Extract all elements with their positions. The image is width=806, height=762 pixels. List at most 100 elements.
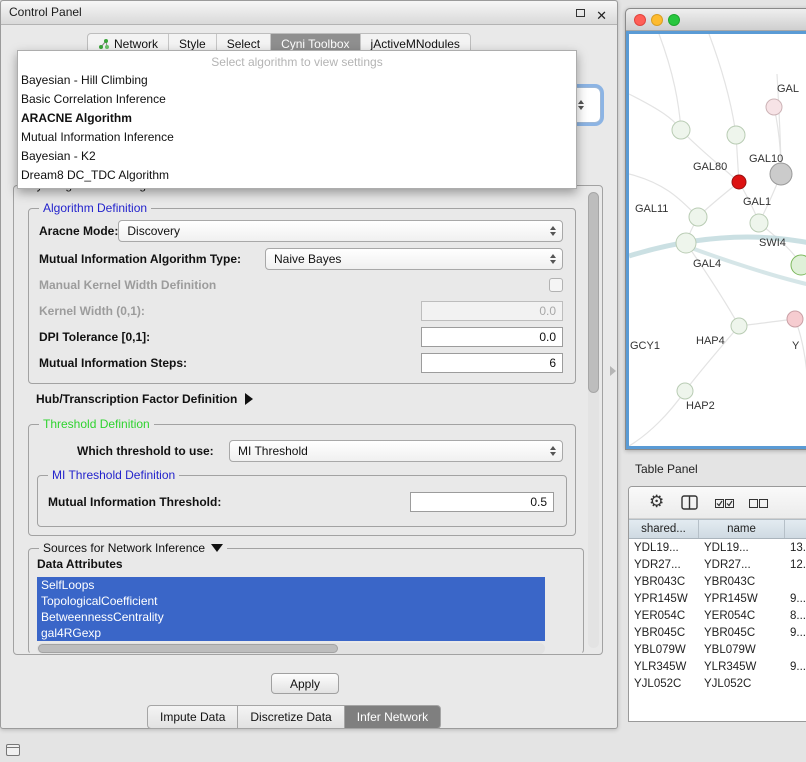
network-node[interactable]: [731, 318, 747, 334]
algorithm-option[interactable]: Basic Correlation Inference: [18, 90, 576, 109]
hscrollbar-thumb[interactable]: [38, 644, 338, 653]
manual-kernel-width-checkbox[interactable]: [549, 278, 563, 292]
float-window-icon[interactable]: [576, 9, 585, 17]
network-nodes[interactable]: [672, 99, 806, 399]
column-header-name[interactable]: name: [699, 520, 785, 538]
which-threshold-select[interactable]: MI Threshold: [229, 440, 563, 462]
table-row[interactable]: YJL052C YJL052C: [629, 676, 806, 693]
table-row[interactable]: YBR045C YBR045C 9...: [629, 625, 806, 642]
network-node-label: GAL4: [693, 258, 721, 270]
tab-label: jActiveMNodules: [371, 37, 460, 51]
mi-steps-label: Mutual Information Steps:: [39, 356, 187, 370]
hub-tf-definition-toggle[interactable]: Hub/Transcription Factor Definition: [36, 392, 253, 406]
aracne-mode-label: Aracne Mode:: [39, 224, 118, 238]
algorithm-option[interactable]: Bayesian - Hill Climbing: [18, 71, 576, 90]
network-node-red[interactable]: [732, 175, 746, 189]
network-node-label: GAL10: [749, 153, 783, 165]
table-row[interactable]: YBR043C YBR043C: [629, 574, 806, 591]
attribute-list-item[interactable]: SelfLoops: [37, 577, 545, 593]
cell-value: 12...: [785, 557, 806, 574]
cell-name: YBR043C: [699, 574, 785, 591]
network-node[interactable]: [791, 255, 806, 275]
table-row[interactable]: YDL19... YDL19... 13...: [629, 540, 806, 557]
network-node[interactable]: [787, 311, 803, 327]
data-attributes-label: Data Attributes: [37, 557, 123, 571]
deselect-all-icon[interactable]: [749, 497, 768, 511]
column-header-shared-name[interactable]: shared...: [629, 520, 699, 538]
mi-steps-field[interactable]: [421, 353, 563, 373]
network-node-label: SWI4: [759, 237, 786, 249]
mi-threshold-field[interactable]: [410, 492, 554, 512]
cell-value: [785, 642, 806, 659]
sources-group: Sources for Network Inference Data Attri…: [28, 548, 584, 654]
algorithm-definition-group: Algorithm Definition Aracne Mode: Discov…: [28, 208, 576, 384]
algorithm-option[interactable]: Mutual Information Inference: [18, 128, 576, 147]
table-header-row: shared... name: [629, 519, 806, 539]
close-icon[interactable]: ✕: [596, 4, 607, 27]
network-window-titlebar[interactable]: [626, 9, 806, 31]
dpi-tolerance-field[interactable]: [421, 327, 563, 347]
minimize-traffic-icon[interactable]: [651, 14, 663, 26]
manual-kernel-width-label: Manual Kernel Width Definition: [39, 278, 216, 292]
attribute-list-item[interactable]: TopologicalCoefficient: [37, 593, 545, 609]
algorithm-option[interactable]: Bayesian - K2: [18, 147, 576, 166]
attribute-list-item[interactable]: gal4RGexp: [37, 625, 545, 641]
table-row[interactable]: YLR345W YLR345W 9...: [629, 659, 806, 676]
threshold-definition-group: Threshold Definition Which threshold to …: [28, 424, 576, 536]
algorithm-option-selected[interactable]: ARACNE Algorithm: [18, 109, 576, 128]
tab-impute-data[interactable]: Impute Data: [147, 705, 238, 729]
table-row[interactable]: YDR27... YDR27... 12...: [629, 557, 806, 574]
network-node[interactable]: [677, 383, 693, 399]
network-canvas[interactable]: GAL80 GAL10 GAL11 GAL1 SWI4 GAL4 GCY1 HA…: [626, 31, 806, 449]
attribute-list-hscrollbar[interactable]: [37, 643, 545, 654]
columns-icon[interactable]: [681, 495, 698, 513]
sources-title-row[interactable]: Sources for Network Inference: [39, 541, 227, 555]
vscrollbar-thumb[interactable]: [588, 192, 599, 393]
attribute-list-item[interactable]: BetweennessCentrality: [37, 609, 545, 625]
restore-panel-icon[interactable]: [6, 744, 20, 756]
tab-discretize-data[interactable]: Discretize Data: [237, 705, 344, 729]
kernel-width-label: Kernel Width (0,1):: [39, 304, 145, 318]
data-attributes-list: SelfLoops TopologicalCoefficient Between…: [37, 577, 545, 641]
network-node-label: GCY1: [630, 340, 660, 352]
mi-algorithm-type-select[interactable]: Naive Bayes: [265, 248, 563, 270]
cyni-bottom-tabs: Impute Data Discretize Data Infer Networ…: [147, 705, 441, 729]
window-title: Control Panel: [9, 5, 82, 19]
control-panel-titlebar[interactable]: Control Panel ✕: [1, 1, 617, 25]
aracne-mode-select[interactable]: Discovery: [118, 220, 563, 242]
network-node[interactable]: [676, 233, 696, 253]
cell-value: [785, 574, 806, 591]
algorithm-option[interactable]: Dream8 DC_TDC Algorithm: [18, 166, 576, 185]
apply-button[interactable]: Apply: [271, 673, 339, 694]
zoom-traffic-icon[interactable]: [668, 14, 680, 26]
select-all-icon[interactable]: [715, 497, 734, 511]
network-node[interactable]: [689, 208, 707, 226]
cell-shared-name: YLR345W: [629, 659, 699, 676]
network-node[interactable]: [750, 214, 768, 232]
network-node[interactable]: [770, 163, 792, 185]
cell-name: YDL19...: [699, 540, 785, 557]
tab-label: Network: [114, 37, 158, 51]
network-node[interactable]: [727, 126, 745, 144]
tab-label: Select: [227, 37, 260, 51]
cell-value: 9...: [785, 625, 806, 642]
cell-value: 9...: [785, 659, 806, 676]
kernel-width-field[interactable]: [421, 301, 563, 321]
network-node-label: GAL11: [635, 203, 668, 215]
cell-name: YLR345W: [699, 659, 785, 676]
control-panel-window: Control Panel ✕ Network Style Select: [0, 0, 618, 729]
network-node[interactable]: [672, 121, 690, 139]
splitter-toggle-icon[interactable]: [610, 366, 616, 376]
table-row[interactable]: YER054C YER054C 8...: [629, 608, 806, 625]
table-row[interactable]: YPR145W YPR145W 9...: [629, 591, 806, 608]
table-row[interactable]: YBL079W YBL079W: [629, 642, 806, 659]
tab-infer-network[interactable]: Infer Network: [344, 705, 441, 729]
cell-name: YBR045C: [699, 625, 785, 642]
table-panel-window: ⚙ shared... name: [628, 486, 806, 722]
gear-icon[interactable]: ⚙: [649, 492, 664, 512]
settings-vscrollbar[interactable]: [588, 192, 599, 648]
network-node[interactable]: [766, 99, 782, 115]
cell-shared-name: YJL052C: [629, 676, 699, 693]
close-traffic-icon[interactable]: [634, 14, 646, 26]
column-header-cut[interactable]: [785, 520, 806, 538]
